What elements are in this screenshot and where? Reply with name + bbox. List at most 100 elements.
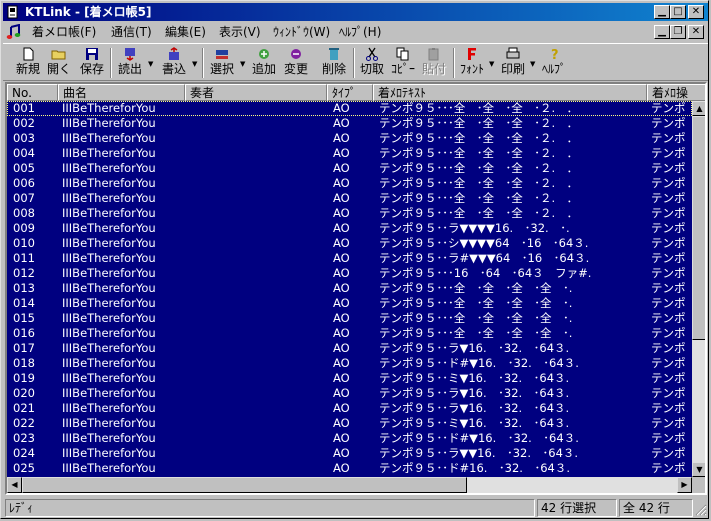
new-button[interactable]: 新規 [13, 47, 43, 79]
menu-window[interactable]: ｳｨﾝﾄﾞｳ(W) [271, 24, 332, 40]
table-row[interactable]: 009 IIIBeThereforYou AO テンポ９５･･ラ▼▼▼▼16. ･32… [7, 221, 692, 236]
scroll-up-button[interactable]: ▲ [692, 101, 705, 116]
menu-comm[interactable]: 通信(T) [109, 24, 154, 40]
table-row[interactable]: 008 IIIBeThereforYou AO テンポ９５･･･全 ･全 ･全 ･２.… [7, 206, 692, 221]
table-row[interactable]: 005 IIIBeThereforYou AO テンポ９５･･･全 ･全 ･全 ･２.… [7, 161, 692, 176]
cell-title: IIIBeThereforYou [62, 116, 156, 130]
title-bar[interactable]: KTLink - [着メロ帳5] ▁ □ ✕ [3, 3, 708, 21]
cut-icon [366, 47, 378, 61]
table-row[interactable]: 010 IIIBeThereforYou AO テンポ９５･･シ▼▼▼▼64 ･16 … [7, 236, 692, 251]
table-row[interactable]: 018 IIIBeThereforYou AO テンポ９５･･ド#▼16. ･32. … [7, 356, 692, 371]
cell-ops: テンポ [651, 356, 686, 370]
cell-no: 014 [13, 296, 35, 310]
vertical-scroll-thumb[interactable] [692, 116, 705, 340]
list-header: No. 曲名 奏者 ﾀｲﾌﾟ 着ﾒﾛﾃｷｽﾄ 着ﾒﾛ操 [7, 84, 705, 101]
table-row[interactable]: 015 IIIBeThereforYou AO テンポ９５･･･全 ･全 ･全 ･全 … [7, 311, 692, 326]
font-dropdown-arrow[interactable]: ▼ [489, 60, 494, 68]
table-row[interactable]: 001 IIIBeThereforYou AO テンポ９５･･･全 ･全 ･全 ･２.… [7, 101, 692, 116]
table-row[interactable]: 023 IIIBeThereforYou AO テンポ９５･･ド#▼16. ･32. … [7, 431, 692, 446]
help-button[interactable]: ? ﾍﾙﾌﾟ [539, 47, 569, 79]
menu-file[interactable]: 着メロ帳(F) [30, 24, 98, 40]
menu-view[interactable]: 表示(V) [217, 24, 263, 40]
maximize-button[interactable]: □ [670, 5, 686, 19]
cell-type: AO [333, 371, 350, 385]
write-dropdown-arrow[interactable]: ▼ [192, 60, 197, 68]
table-row[interactable]: 017 IIIBeThereforYou AO テンポ９５･･ラ▼16. ･32. ･… [7, 341, 692, 356]
cell-ops: テンポ [651, 251, 686, 265]
column-header-text[interactable]: 着ﾒﾛﾃｷｽﾄ [373, 84, 647, 101]
size-grip-icon[interactable] [695, 504, 707, 516]
table-row[interactable]: 019 IIIBeThereforYou AO テンポ９５･･ミ▼16. ･32. ･… [7, 371, 692, 386]
music-note-icon[interactable] [6, 24, 22, 40]
copy-button[interactable]: ｺﾋﾟｰ [388, 47, 418, 79]
cell-text: テンポ９５･･ラ#▼▼▼64 ･16 ･64３. [379, 251, 590, 265]
table-row[interactable]: 021 IIIBeThereforYou AO テンポ９５･･ラ▼16. ･32. ･… [7, 401, 692, 416]
vertical-scrollbar[interactable]: ▲ ▼ [692, 101, 705, 477]
horizontal-scrollbar[interactable]: ◀ ▶ [7, 477, 692, 493]
column-header-type[interactable]: ﾀｲﾌﾟ [327, 84, 373, 101]
minimize-button[interactable]: ▁ [654, 5, 670, 19]
table-row[interactable]: 014 IIIBeThereforYou AO テンポ９５･･･全 ･全 ･全 ･全 … [7, 296, 692, 311]
add-button[interactable]: 追加 [249, 47, 279, 79]
print-icon [506, 47, 520, 59]
mdi-close-button[interactable]: ✕ [688, 25, 704, 39]
select-button[interactable]: 選択 [206, 47, 238, 79]
menu-help[interactable]: ﾍﾙﾌﾟ(H) [337, 24, 383, 40]
menu-edit[interactable]: 編集(E) [163, 24, 208, 40]
cell-text: テンポ９５･･･全 ･全 ･全 ･２. ． [379, 146, 579, 160]
toolbar-separator [453, 48, 455, 78]
change-button[interactable]: 変更 [281, 47, 311, 79]
column-header-title[interactable]: 曲名 [58, 84, 185, 101]
scroll-down-button[interactable]: ▼ [692, 462, 705, 477]
delete-button[interactable]: 削除 [319, 47, 349, 79]
cell-type: AO [333, 206, 350, 220]
table-row[interactable]: 006 IIIBeThereforYou AO テンポ９５･･･全 ･全 ･全 ･２.… [7, 176, 692, 191]
table-row[interactable]: 020 IIIBeThereforYou AO テンポ９５･･ラ▼16. ･32. ･… [7, 386, 692, 401]
column-header-no[interactable]: No. [7, 84, 58, 101]
select-dropdown-arrow[interactable]: ▼ [240, 60, 245, 68]
table-row[interactable]: 007 IIIBeThereforYou AO テンポ９５･･･全 ･全 ･全 ･２.… [7, 191, 692, 206]
scroll-right-button[interactable]: ▶ [677, 477, 692, 493]
table-row[interactable]: 002 IIIBeThereforYou AO テンポ９５･･･全 ･全 ･全 ･２.… [7, 116, 692, 131]
table-row[interactable]: 003 IIIBeThereforYou AO テンポ９５･･･全 ･全 ･全 ･２.… [7, 131, 692, 146]
table-row[interactable]: 022 IIIBeThereforYou AO テンポ９５･･ミ▼16. ･32. ･… [7, 416, 692, 431]
cell-title: IIIBeThereforYou [62, 281, 156, 295]
cell-text: テンポ９５･･シ▼▼▼▼64 ･16 ･64３. [379, 236, 589, 250]
table-row[interactable]: 024 IIIBeThereforYou AO テンポ９５･･ラ▼▼16. ･32. … [7, 446, 692, 461]
read-button[interactable]: 読出 [114, 47, 146, 79]
cell-type: AO [333, 386, 350, 400]
table-row[interactable]: 016 IIIBeThereforYou AO テンポ９５･･･全 ･全 ･全 ･全 … [7, 326, 692, 341]
cell-type: AO [333, 251, 350, 265]
write-button[interactable]: 書込 [158, 47, 190, 79]
mdi-restore-button[interactable]: ❐ [670, 25, 686, 39]
font-button[interactable]: ﾌｫﾝﾄ [457, 47, 487, 79]
paste-icon [428, 48, 439, 61]
close-button[interactable]: ✕ [688, 5, 704, 19]
cell-no: 024 [13, 446, 35, 460]
svg-text:?: ? [551, 48, 559, 61]
cell-no: 009 [13, 221, 35, 235]
horizontal-scroll-thumb[interactable] [22, 477, 467, 493]
column-header-artist[interactable]: 奏者 [185, 84, 327, 101]
table-row[interactable]: 011 IIIBeThereforYou AO テンポ９５･･ラ#▼▼▼64 ･16 … [7, 251, 692, 266]
cell-text: テンポ９５･･･全 ･全 ･全 ･２. ． [379, 131, 579, 145]
open-button[interactable]: 開く [44, 47, 74, 79]
paste-button[interactable]: 貼付 [419, 47, 449, 79]
table-row[interactable]: 025 IIIBeThereforYou AO テンポ９５･･ド#16. ･32. ･… [7, 461, 692, 476]
cell-ops: テンポ [651, 281, 686, 295]
table-row[interactable]: 004 IIIBeThereforYou AO テンポ９５･･･全 ･全 ･全 ･２.… [7, 146, 692, 161]
cut-button[interactable]: 切取 [357, 47, 387, 79]
ringtone-list[interactable]: No. 曲名 奏者 ﾀｲﾌﾟ 着ﾒﾛﾃｷｽﾄ 着ﾒﾛ操 001 IIIBeTher… [5, 82, 707, 495]
read-dropdown-arrow[interactable]: ▼ [148, 60, 153, 68]
select-icon [216, 50, 228, 59]
mdi-minimize-button[interactable]: ▁ [654, 25, 670, 39]
table-row[interactable]: 013 IIIBeThereforYou AO テンポ９５･･･全 ･全 ･全 ･全 … [7, 281, 692, 296]
status-selected: 42 行選択 [537, 499, 617, 517]
print-dropdown-arrow[interactable]: ▼ [530, 60, 535, 68]
table-row[interactable]: 012 IIIBeThereforYou AO テンポ９５･･･16 ･64 ･64３… [7, 266, 692, 281]
scroll-left-button[interactable]: ◀ [7, 477, 22, 493]
column-header-ops[interactable]: 着ﾒﾛ操 [647, 84, 705, 101]
cell-text: テンポ９５･･ラ▼16. ･32. ･64３. [379, 401, 570, 415]
save-button[interactable]: 保存 [76, 47, 108, 79]
print-button[interactable]: 印刷 [498, 47, 528, 79]
